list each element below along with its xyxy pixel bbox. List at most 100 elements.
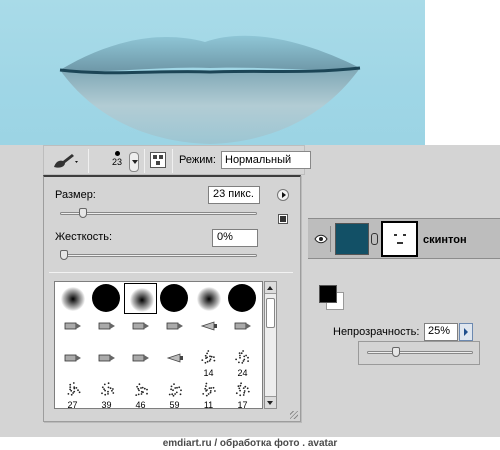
scroll-up-button[interactable] [265,282,276,294]
brush-preset-soft[interactable] [192,283,225,314]
fan-brush-icon [200,321,217,331]
brush-options-bar: 23 Режим: Нормальный [43,145,311,175]
splatter-brush-icon [235,382,250,397]
brush-preset-label: 24 [237,368,248,378]
layer-row[interactable]: скинтон [308,218,500,259]
foreground-color-swatch[interactable] [319,285,337,303]
hardness-label: Жесткость: [55,231,113,243]
panel-divider [49,272,293,273]
brush-preset-panel: Размер: 23 пикс. Жесткость: 0% 14 24 27 39 4… [43,175,301,422]
brush-preset-splatter[interactable]: 39 [90,379,123,409]
scroll-thumb[interactable] [266,298,275,328]
brush-preset-tip[interactable] [158,315,191,346]
brush-preset-splatter[interactable]: 46 [124,379,157,409]
brush-preset-tip[interactable] [124,315,157,346]
layer-visibility-toggle[interactable] [311,226,331,252]
hardness-slider-thumb[interactable] [60,250,68,260]
brush-preset-tip[interactable] [56,347,89,378]
brush-preset-tip[interactable] [90,315,123,346]
opacity-label: Непрозрачность: [333,326,420,338]
brush-preset-soft[interactable] [56,283,89,314]
opacity-popup-arrow[interactable] [459,323,473,341]
brush-preset-label: 14 [203,368,214,378]
opacity-slider-track[interactable] [367,351,473,354]
splatter-brush-icon [201,350,216,364]
soft-brush-icon [197,287,221,311]
brush-preset-hard[interactable] [158,283,191,314]
panel-menu-icon[interactable] [277,189,289,201]
hard-brush-icon [92,284,120,312]
brush-tool-picker[interactable] [50,151,80,171]
splatter-brush-icon [135,383,148,396]
brush-preset-tip[interactable] [56,315,89,346]
opacity-slider-thumb[interactable] [391,347,400,357]
hardness-input[interactable]: 0% [212,229,258,247]
size-label: Размер: [55,189,96,201]
eye-icon [314,234,328,244]
brush-preset-hard[interactable] [90,283,123,314]
opacity-slider-popup [358,341,480,365]
splatter-brush-icon [235,350,249,364]
mode-label: Режим: [179,154,216,166]
brush-preset-dropdown[interactable] [129,152,139,172]
soft-brush-icon [61,287,85,311]
mask-face-icon [394,234,406,244]
opacity-input[interactable]: 25% [424,323,458,341]
brush-preset-splatter[interactable]: 14 [192,347,225,378]
tip-brush-icon [132,322,149,330]
new-preset-icon[interactable] [278,214,288,224]
brush-preset-fan[interactable] [158,347,191,378]
separator [144,149,145,173]
size-slider-track[interactable] [60,212,257,215]
brush-preset-tip[interactable] [226,315,259,346]
layer-name: скинтон [423,234,467,246]
brush-preset-grid: 14 24 27 39 46 59 11 17 [54,281,263,409]
resize-grip[interactable] [290,411,298,419]
brush-preset-splatter[interactable]: 27 [56,379,89,409]
brush-preset-label: 39 [101,400,112,409]
size-slider-thumb[interactable] [78,208,87,218]
splatter-brush-icon [67,382,81,396]
tip-brush-icon [98,354,115,362]
splatter-brush-icon [202,382,216,397]
brush-preset-soft[interactable] [124,283,157,314]
scroll-down-button[interactable] [265,396,276,408]
brush-preset-tip[interactable] [90,347,123,378]
blend-mode-select[interactable]: Нормальный [221,151,311,169]
tip-brush-icon [98,322,115,330]
brush-preset-label: 27 [67,400,78,409]
tip-brush-icon [166,322,183,330]
brush-preset-fan[interactable] [192,315,225,346]
hard-brush-icon [228,284,256,312]
brush-preset-preview[interactable]: 23 [106,148,128,174]
brush-preset-splatter[interactable]: 24 [226,347,259,378]
hard-brush-icon [160,284,188,312]
brush-preset-label: 17 [237,400,248,409]
brush-preset-hard[interactable] [226,283,259,314]
hardness-slider-track[interactable] [60,254,257,257]
tip-brush-icon [64,322,81,330]
size-input[interactable]: 23 пикс. [208,186,260,204]
layer-thumbnail[interactable] [335,223,369,255]
brush-icon [54,154,78,168]
footer-credit: emdiart.ru / обработка фото . avatar [162,438,338,449]
separator [172,149,173,173]
brush-size-display: 23 [111,157,122,167]
brush-preset-label: 11 [203,400,214,409]
layer-mask-thumbnail[interactable] [381,221,418,257]
fan-brush-icon [166,353,183,363]
mask-link-icon[interactable] [371,233,378,245]
brush-preset-splatter[interactable]: 59 [158,379,191,408]
soft-brush-icon [130,288,154,312]
tip-brush-icon [234,322,251,330]
tip-brush-icon [64,354,81,362]
brush-preset-tip[interactable] [124,347,157,378]
splatter-brush-icon [101,382,115,396]
brush-preset-splatter[interactable]: 17 [226,379,259,409]
brush-dot-icon [114,151,120,156]
separator [88,149,89,173]
brush-preset-label: 46 [135,400,146,409]
preset-scrollbar[interactable] [264,281,277,409]
brush-palette-toggle-icon[interactable] [150,152,166,168]
brush-preset-splatter[interactable]: 11 [192,379,225,409]
